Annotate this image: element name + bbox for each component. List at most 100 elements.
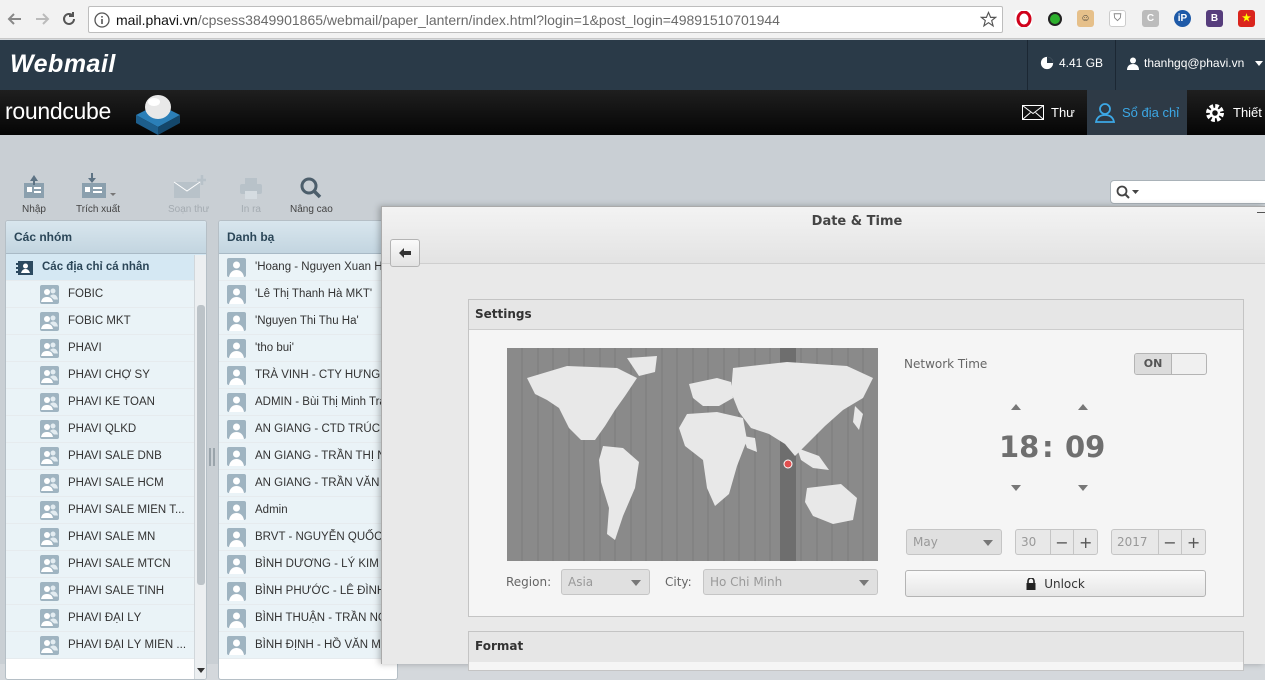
minute-down-arrow-icon[interactable] xyxy=(1078,485,1088,491)
envelope-icon xyxy=(1022,105,1044,120)
opera-extension-icon[interactable] xyxy=(1015,10,1032,27)
year-decrement-button[interactable]: − xyxy=(1157,530,1182,554)
day-spinner[interactable]: 30 − + xyxy=(1015,529,1098,555)
back-button[interactable] xyxy=(390,239,420,267)
export-button[interactable]: Trích xuất xyxy=(76,173,120,215)
timezone-map[interactable] xyxy=(507,348,878,561)
group-root-personal[interactable]: Các địa chỉ cá nhân xyxy=(6,254,206,281)
contacts-header: Danh bạ xyxy=(219,221,397,254)
group-item[interactable]: PHAVI ĐẠI LÝ xyxy=(6,605,206,632)
day-decrement-button[interactable]: − xyxy=(1049,530,1074,554)
import-icon xyxy=(20,173,48,201)
contact-row[interactable]: 'Lê Thị Thanh Hà MKT' xyxy=(219,281,397,308)
hour-down-arrow-icon[interactable] xyxy=(1011,485,1021,491)
groups-scrollbar[interactable] xyxy=(194,255,206,679)
group-item[interactable]: FOBIC MKT xyxy=(6,308,206,335)
export-icon xyxy=(78,173,118,201)
reload-icon[interactable] xyxy=(58,8,80,30)
contact-row[interactable]: BÌNH PHƯỚC - LÊ ĐÌNH xyxy=(219,578,397,605)
group-item[interactable]: PHAVI QLKD xyxy=(6,416,206,443)
bootstrap-extension-icon[interactable]: B xyxy=(1206,10,1223,27)
network-time-switch[interactable]: ON xyxy=(1134,353,1207,375)
advanced-search-button[interactable]: Nâng cao xyxy=(290,173,333,215)
green-dot-extension-icon[interactable] xyxy=(1046,10,1063,27)
minute-value[interactable]: 09 xyxy=(1065,430,1105,464)
page-info-icon[interactable] xyxy=(94,12,110,28)
group-item[interactable]: PHAVI xyxy=(6,335,206,362)
minute-up-arrow-icon[interactable] xyxy=(1078,404,1088,410)
group-icon xyxy=(40,338,59,358)
contact-row[interactable]: Admin xyxy=(219,497,397,524)
caret-down-icon xyxy=(1255,60,1264,66)
contact-row[interactable]: AN GIANG - CTD TRÚC G xyxy=(219,416,397,443)
bookmark-star-icon[interactable] xyxy=(980,11,997,28)
region-select[interactable]: Asia xyxy=(561,569,650,595)
nav-mail[interactable]: Thư xyxy=(1014,90,1083,135)
back-arrow-icon[interactable] xyxy=(4,8,26,30)
search-options-icon[interactable] xyxy=(1116,185,1140,199)
nav-settings[interactable]: Thiết xyxy=(1196,90,1265,135)
contact-avatar-icon xyxy=(227,581,246,601)
contact-row[interactable]: 'Nguyen Thi Thu Ha' xyxy=(219,308,397,335)
vietnam-flag-extension-icon[interactable]: ★ xyxy=(1238,10,1255,27)
contact-avatar-icon xyxy=(227,284,246,304)
scroll-down-arrow-icon[interactable] xyxy=(197,668,205,673)
region-label: Region: xyxy=(506,575,552,589)
group-icon xyxy=(40,365,59,385)
group-icon xyxy=(40,311,59,331)
group-item[interactable]: PHAVI KE TOAN xyxy=(6,389,206,416)
print-button[interactable]: In ra xyxy=(238,173,264,215)
c-extension-icon[interactable]: C xyxy=(1142,10,1159,27)
contact-avatar-icon xyxy=(227,257,246,277)
group-icon xyxy=(40,554,59,574)
contact-row[interactable]: ADMIN - Bùi Thị Minh Tra xyxy=(219,389,397,416)
contact-row[interactable]: AN GIANG - TRẦN VĂN N xyxy=(219,470,397,497)
hour-value[interactable]: 18 xyxy=(999,430,1039,464)
group-icon xyxy=(40,635,59,655)
user-icon xyxy=(1127,57,1139,70)
forward-arrow-icon[interactable] xyxy=(31,8,53,30)
contact-row[interactable]: AN GIANG - TRẦN THỊ N xyxy=(219,443,397,470)
address-bar[interactable]: mail.phavi.vn/cpsess3849901865/webmail/p… xyxy=(88,6,1003,33)
webmail-logo: Webmail xyxy=(10,50,116,78)
group-icon xyxy=(40,392,59,412)
year-increment-button[interactable]: + xyxy=(1181,530,1205,554)
contact-row[interactable]: BÌNH DƯƠNG - LÝ KIM P xyxy=(219,551,397,578)
group-item[interactable]: PHAVI SALE HCM xyxy=(6,470,206,497)
hour-up-arrow-icon[interactable] xyxy=(1011,404,1021,410)
group-item[interactable]: PHAVI SALE MTCN xyxy=(6,551,206,578)
group-icon xyxy=(40,446,59,466)
compose-button[interactable]: Soạn thư xyxy=(168,173,209,215)
contact-row[interactable]: TRÀ VINH - CTY HƯNG T xyxy=(219,362,397,389)
group-item[interactable]: PHAVI ĐẠI LÝ MIỀN ... xyxy=(6,632,206,659)
import-button[interactable]: Nhập xyxy=(20,173,48,215)
contact-row[interactable]: BÌNH THUẬN - TRẦN NG xyxy=(219,605,397,632)
panel-splitter[interactable] xyxy=(209,448,215,466)
contact-row[interactable]: 'tho bui' xyxy=(219,335,397,362)
user-menu[interactable]: thanhgq@phavi.vn xyxy=(1127,56,1264,70)
contact-row[interactable]: 'Hoang - Nguyen Xuan Ho xyxy=(219,254,397,281)
group-icon xyxy=(40,581,59,601)
unlock-button[interactable]: Unlock xyxy=(905,570,1206,597)
shield-extension-icon[interactable]: ⛉ xyxy=(1109,10,1126,27)
group-item[interactable]: PHAVI SALE TỈNH xyxy=(6,578,206,605)
group-item[interactable]: PHAVI SALE DNB xyxy=(6,443,206,470)
group-item[interactable]: FOBIC xyxy=(6,281,206,308)
ip-extension-icon[interactable]: iP xyxy=(1174,10,1191,27)
month-select[interactable]: May xyxy=(906,529,1002,555)
disk-usage[interactable]: 4.41 GB xyxy=(1040,56,1103,70)
group-item[interactable]: PHAVI SALE MIỀN T... xyxy=(6,497,206,524)
quick-search-input[interactable] xyxy=(1110,180,1265,204)
contact-row[interactable]: BRVT - NGUYỄN QUỐC T xyxy=(219,524,397,551)
nav-address-book[interactable]: Sổ địa chỉ xyxy=(1087,90,1188,135)
day-increment-button[interactable]: + xyxy=(1073,530,1097,554)
face-extension-icon[interactable]: ☺ xyxy=(1077,10,1094,27)
city-select[interactable]: Ho Chi Minh xyxy=(703,569,878,595)
contact-avatar-icon xyxy=(227,554,246,574)
group-item[interactable]: PHAVI CHỢ SỸ xyxy=(6,362,206,389)
minimize-icon[interactable] xyxy=(1257,212,1265,213)
contact-row[interactable]: BÌNH ĐỊNH - HỒ VĂN MỸ xyxy=(219,632,397,659)
year-spinner[interactable]: 2017 − + xyxy=(1111,529,1206,555)
group-item[interactable]: PHAVI SALE MN xyxy=(6,524,206,551)
contact-avatar-icon xyxy=(227,419,246,439)
